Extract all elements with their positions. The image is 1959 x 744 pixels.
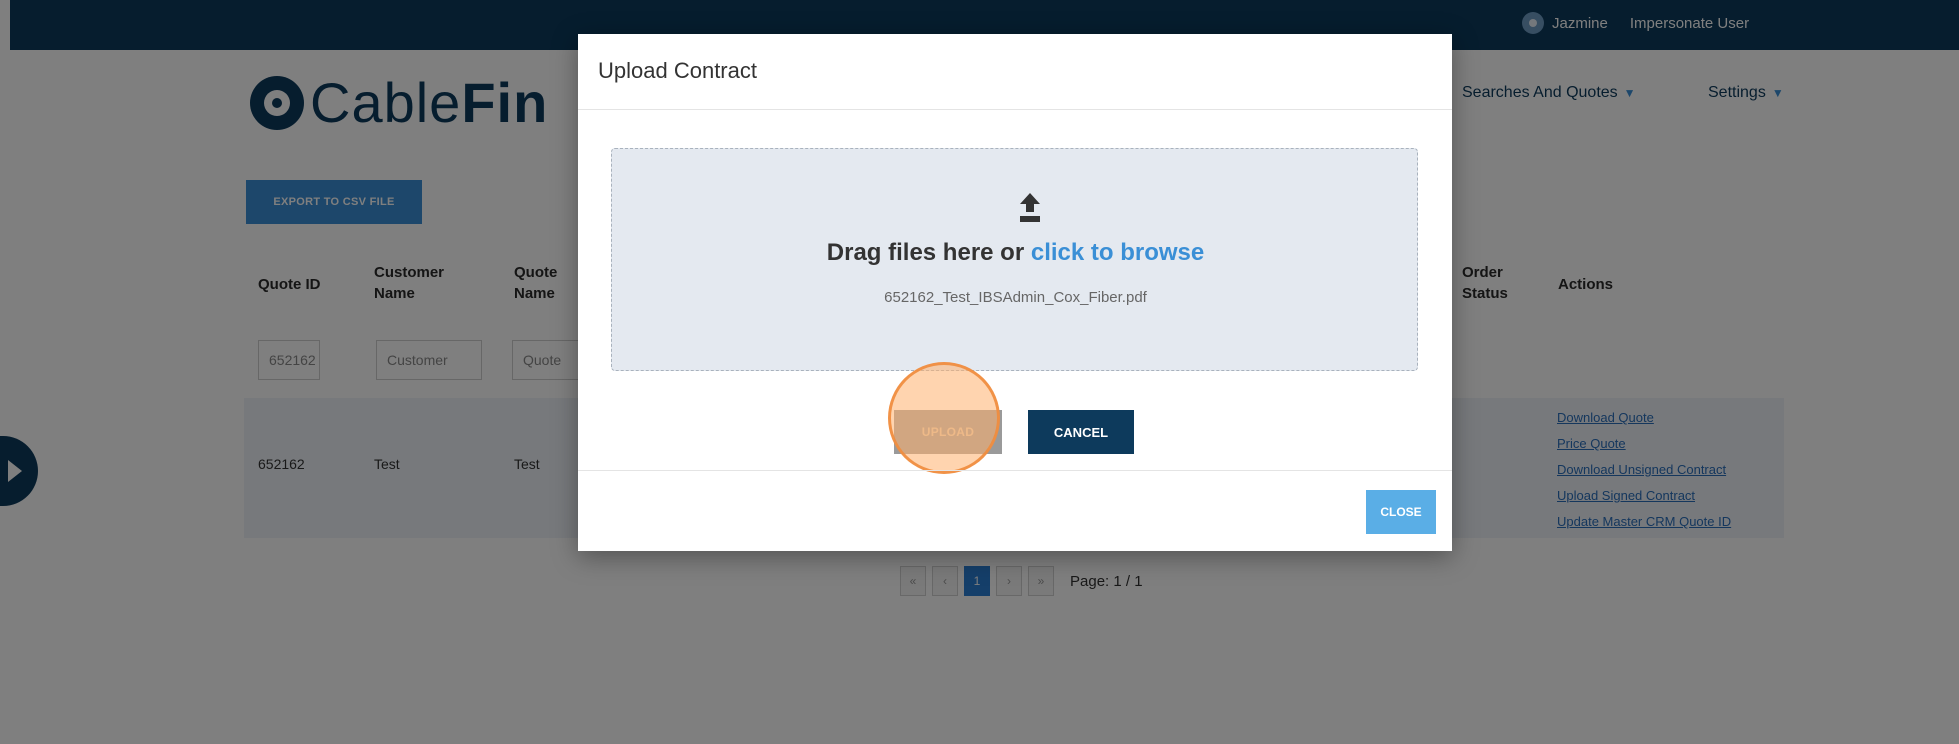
dialog-title: Upload Contract [598, 58, 757, 83]
upload-icon [1020, 193, 1040, 222]
cancel-button[interactable]: CANCEL [1028, 410, 1134, 454]
close-button[interactable]: CLOSE [1366, 490, 1436, 534]
upload-button[interactable]: UPLOAD [894, 410, 1002, 454]
selected-file-name: 652162_Test_IBSAdmin_Cox_Fiber.pdf [884, 289, 1147, 306]
browse-link[interactable]: click to browse [1031, 239, 1204, 266]
dropzone-instructions: Drag files here or click to browse [826, 239, 1205, 266]
file-dropzone[interactable]: Drag files here or click to browse 65216… [611, 148, 1418, 371]
upload-contract-dialog: Upload Contract Drag files here or click… [578, 34, 1452, 551]
dialog-header: Upload Contract [578, 34, 1452, 110]
dialog-footer-divider [578, 470, 1452, 471]
